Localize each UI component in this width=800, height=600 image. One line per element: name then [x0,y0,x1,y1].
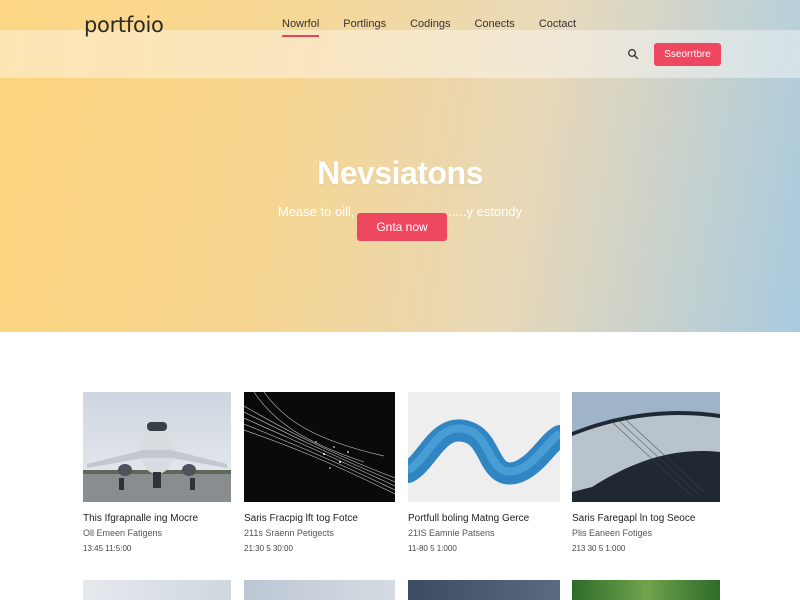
card-meta: 13:45 11:5:00 [83,544,132,553]
portfolio-card[interactable]: This Ifgrapnalle ing Mocre Oll Emeen Fat… [83,392,231,553]
card-thumbnail-partial[interactable] [408,580,560,600]
card-thumbnail-metal-surface [572,392,720,502]
nav-link-1[interactable]: Nowrfol [282,18,320,37]
portfolio-card[interactable]: Saris Fracpig lft tog Fotce 211s Sraenn … [244,392,395,553]
card-subtitle: 21IS Eamnie Patsens [408,528,495,538]
card-thumbnail-partial[interactable] [83,580,231,600]
card-meta: 11-80 5 1:000 [408,544,457,553]
hero-title: Nevsiatons [317,155,483,191]
subscribe-button[interactable]: Sseorrtbre [654,43,721,66]
main-nav: Nowrfol Portlings Codings Conects Coctac… [282,18,600,37]
card-title: This Ifgrapnalle ing Mocre [83,513,199,524]
portfolio-card[interactable]: Saris Faregapl ln tog Seoce Plis Eaneen … [572,392,720,553]
card-thumbnail-wires [244,392,395,502]
card-title: Portfull boling Matng Gerce [408,513,530,524]
card-thumbnail-partial[interactable] [244,580,395,600]
card-subtitle: 211s Sraenn Petigects [244,528,334,538]
nav-link-2[interactable]: Portlings [343,18,386,33]
card-title: Saris Faregapl ln tog Seoce [572,513,696,524]
card-thumbnail-airplane [83,392,231,502]
card-subtitle: Oll Emeen Fatigens [83,528,163,538]
card-meta: 213 30 5 1:000 [572,544,626,553]
card-thumbnail-partial[interactable] [572,580,720,600]
nav-link-4[interactable]: Conects [474,18,514,33]
card-thumbnail-blue-tube [408,392,560,502]
card-title: Saris Fracpig lft tog Fotce [244,513,358,524]
search-icon[interactable] [627,48,639,60]
hero-cta-button[interactable]: Gnta now [357,213,447,241]
portfolio-card[interactable]: Portfull boling Matng Gerce 21IS Eamnie … [408,392,560,553]
card-subtitle: Plis Eaneen Fotiges [572,528,653,538]
hero-banner: portfoio Nowrfol Portlings Codings Conec… [0,0,800,332]
site-logo[interactable]: portfoio [84,13,164,37]
nav-link-5[interactable]: Coctact [539,18,576,33]
nav-link-3[interactable]: Codings [410,18,450,33]
card-meta: 21:30 5 30:00 [244,544,293,553]
